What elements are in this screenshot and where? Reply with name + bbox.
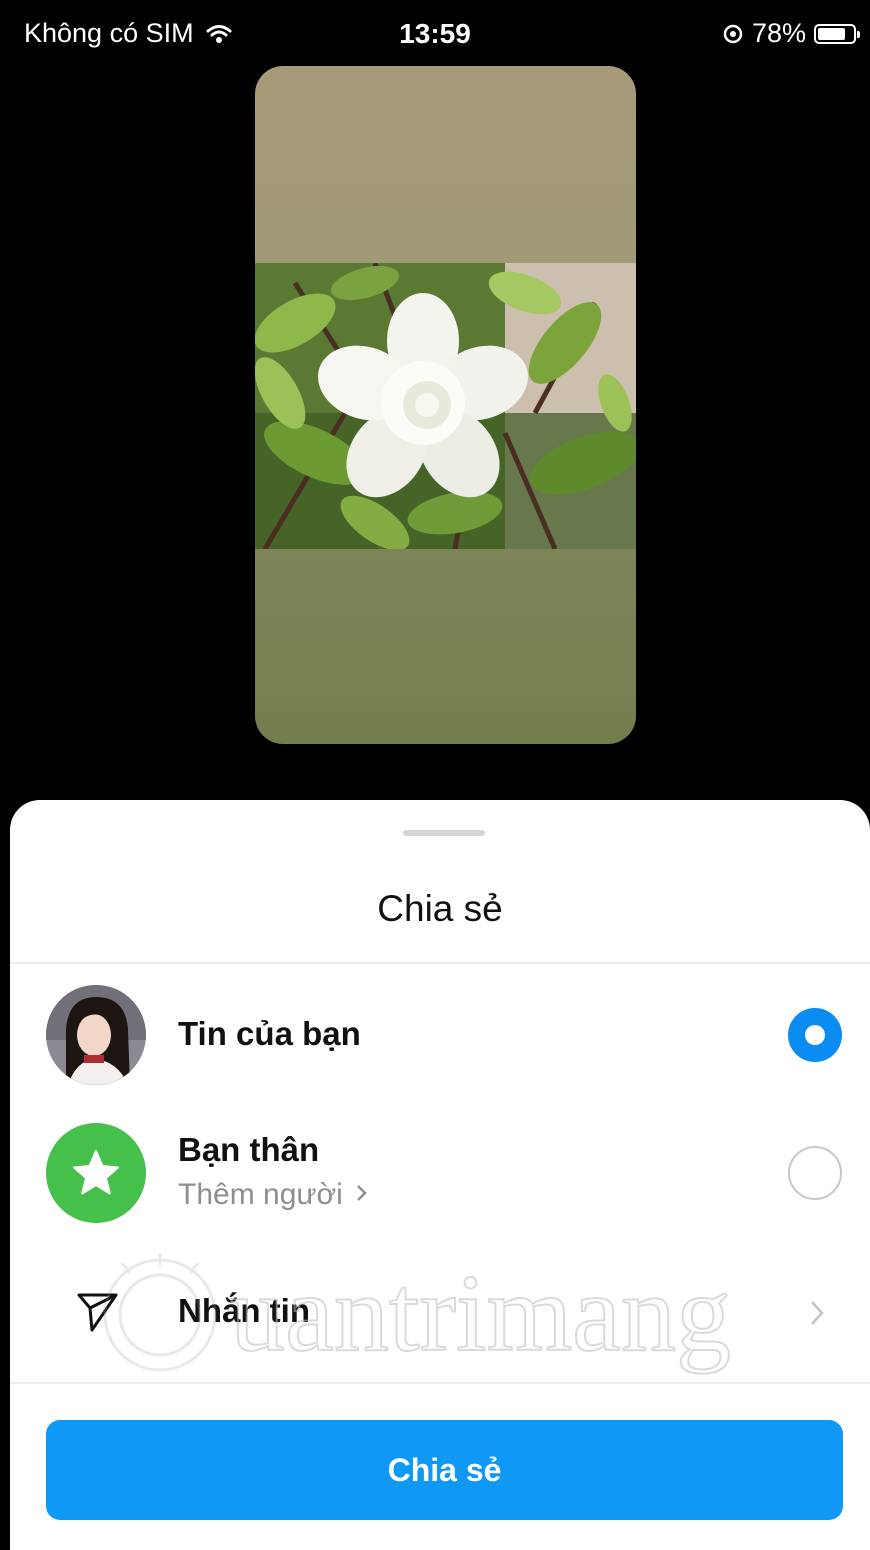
battery-icon (814, 23, 860, 44)
avatar (46, 985, 146, 1085)
chevron-right-icon (357, 1185, 367, 1201)
option-your-story[interactable]: Tin của bạn (10, 985, 870, 1085)
battery-level (818, 27, 845, 40)
radio-unselected[interactable] (788, 1146, 842, 1200)
flower-photo (255, 263, 636, 549)
divider (10, 962, 870, 964)
divider (10, 1382, 870, 1384)
orientation-lock-icon (723, 24, 743, 43)
sheet-grabber[interactable] (403, 830, 485, 836)
status-bar: Không có SIM 13:59 78% (0, 0, 870, 66)
star-icon (73, 1150, 119, 1195)
option-label: Bạn thân (178, 1131, 320, 1168)
battery-percent: 78% (751, 18, 806, 48)
radio-selected[interactable] (788, 1008, 842, 1062)
sheet-title: Chia sẻ (377, 888, 503, 929)
add-people-link[interactable]: Thêm người (178, 1178, 369, 1212)
option-close-friends[interactable]: Bạn thân Thêm người (10, 1123, 870, 1223)
option-send-message[interactable]: Nhắn tin (10, 1260, 870, 1360)
close-friends-avatar (46, 1123, 146, 1223)
share-button[interactable]: Chia sẻ (46, 1420, 843, 1520)
story-preview[interactable] (255, 66, 636, 744)
option-label: Nhắn tin (178, 1292, 310, 1329)
add-people-label: Thêm người (178, 1178, 343, 1211)
send-icon (77, 1293, 118, 1332)
option-label: Tin của bạn (178, 1015, 361, 1052)
share-button-label: Chia sẻ (387, 1451, 502, 1488)
chevron-right-icon (811, 1301, 824, 1325)
